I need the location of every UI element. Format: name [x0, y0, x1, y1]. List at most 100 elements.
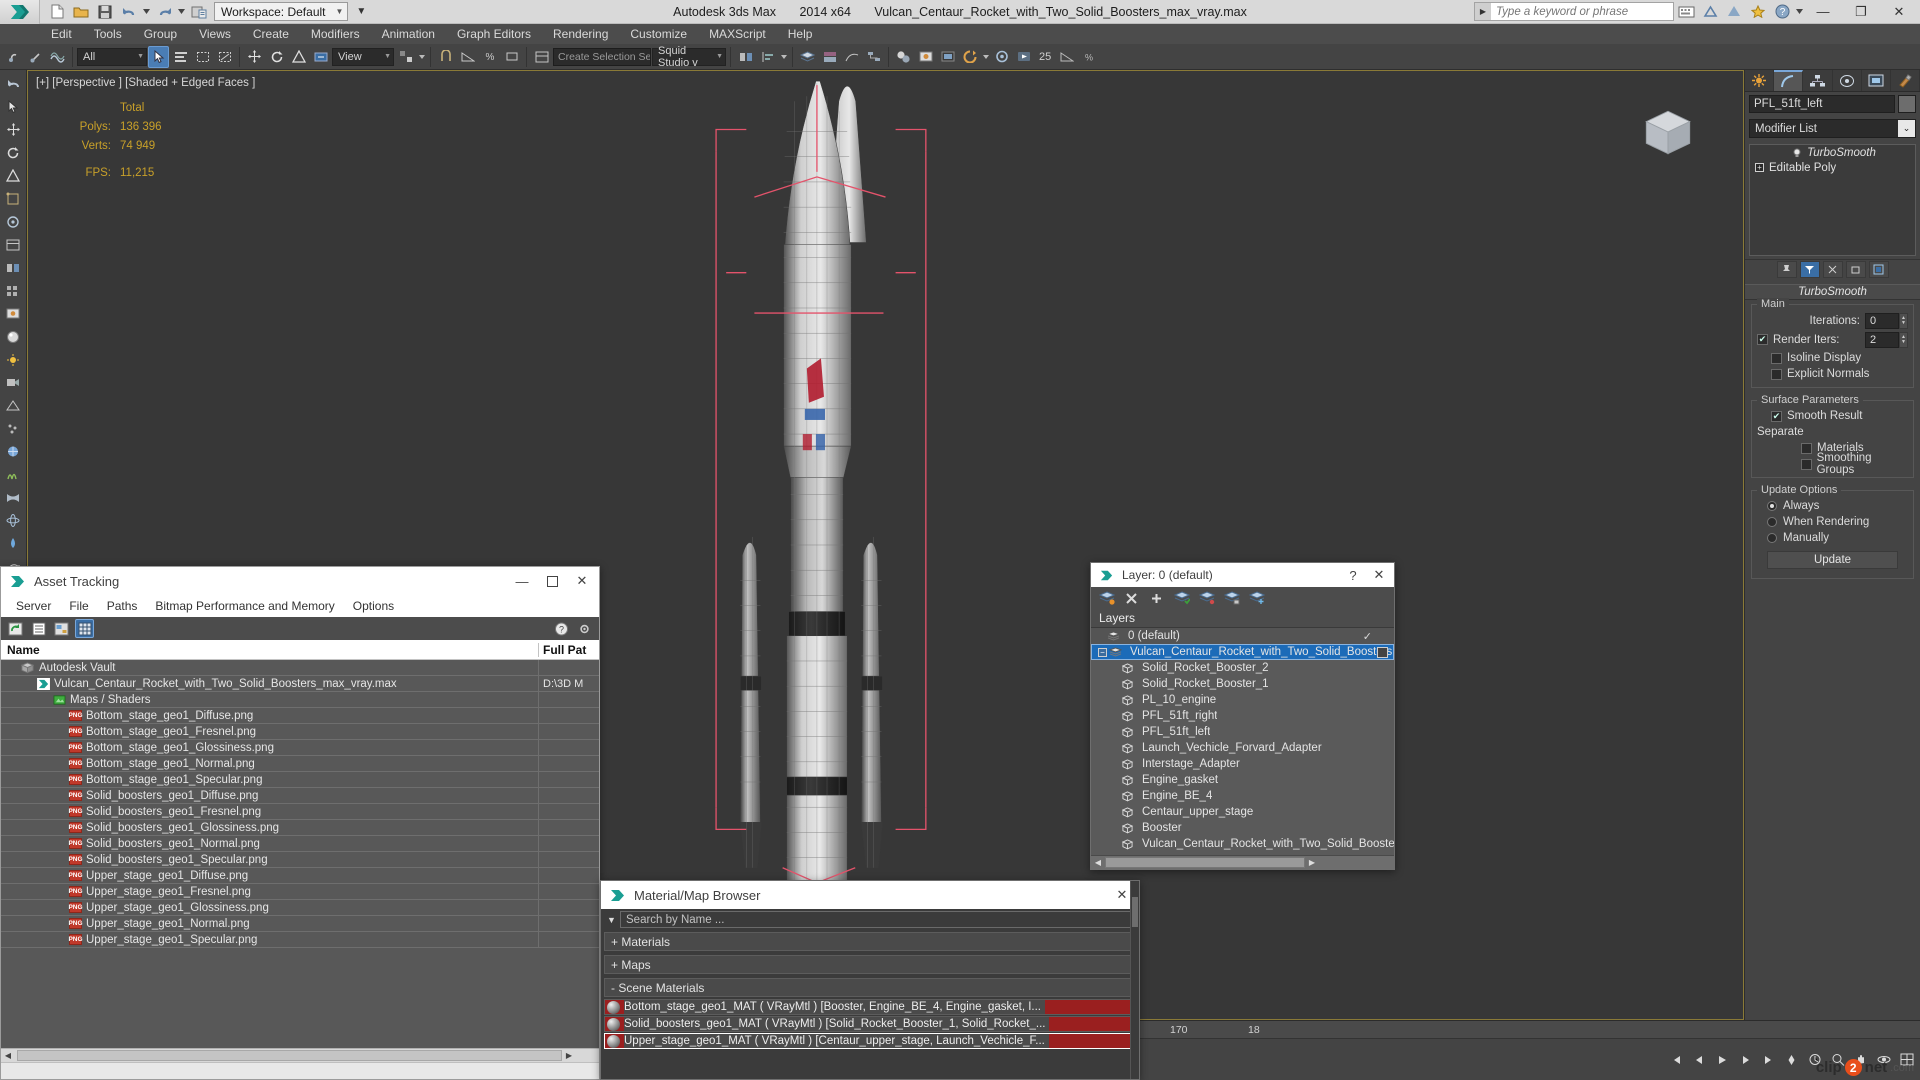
menu-item-server[interactable]: Server	[7, 596, 60, 616]
layer-explorer-titlebar[interactable]: Layer: 0 (default) ? ✕	[1091, 563, 1394, 587]
window-crossing-toggle-icon[interactable]	[214, 46, 235, 68]
asset-tracking-titlebar[interactable]: Asset Tracking — ✕	[1, 567, 599, 595]
material-list-item[interactable]: Bottom_stage_geo1_MAT ( VRayMtl ) [Boost…	[604, 999, 1136, 1015]
render-setup-icon[interactable]	[915, 46, 936, 68]
material-list-item[interactable]: Upper_stage_geo1_MAT ( VRayMtl ) [Centau…	[604, 1033, 1136, 1049]
smooth-result-row[interactable]: ✔ Smooth Result	[1757, 408, 1908, 424]
layer-explorer-close[interactable]: ✕	[1366, 564, 1392, 586]
max-logo-button[interactable]	[0, 0, 40, 24]
grid-view-icon[interactable]	[75, 619, 94, 638]
asset-row[interactable]: PNG Upper_stage_geo1_Normal.png	[1, 916, 599, 932]
group-scene-materials[interactable]: - Scene Materials	[604, 978, 1136, 997]
undo-icon[interactable]	[118, 2, 140, 22]
scene-materials-list[interactable]: Bottom_stage_geo1_MAT ( VRayMtl ) [Boost…	[604, 999, 1136, 1050]
fluid-icon[interactable]	[3, 533, 24, 554]
select-and-rotate-icon[interactable]	[266, 46, 287, 68]
close-window-button[interactable]: ✕	[1880, 0, 1918, 23]
menu-item-animation[interactable]: Animation	[371, 24, 446, 44]
select-child-nodes-icon[interactable]	[1172, 589, 1191, 608]
search-input[interactable]	[1491, 5, 1673, 18]
layer-row[interactable]: Solid_Rocket_Booster_1	[1091, 676, 1394, 692]
layer-row[interactable]: PL_10_engine	[1091, 692, 1394, 708]
open-file-icon[interactable]	[70, 2, 92, 22]
refresh-icon[interactable]	[6, 619, 25, 638]
layer-row[interactable]: − Vulcan_Centaur_Rocket_with_Two_Solid_Bo…	[1091, 644, 1394, 660]
add-selection-to-layer-icon[interactable]	[1147, 589, 1166, 608]
material-map-browser-window[interactable]: Material/Map Browser ✕ ▼ Search by Name …	[600, 880, 1140, 1080]
selection-filter-combo[interactable]: All ▼	[77, 47, 147, 66]
hair-fur-icon[interactable]	[3, 464, 24, 485]
menu-item-create[interactable]: Create	[242, 24, 300, 44]
object-color-swatch[interactable]	[1898, 95, 1916, 113]
exchange-app-icon[interactable]	[1722, 1, 1746, 23]
layer-row[interactable]: Vulcan_Centaur_Rocket_with_Two_Solid_Boo…	[1091, 836, 1394, 852]
scrollbar-thumb[interactable]	[17, 1050, 562, 1061]
percent-snap-icon[interactable]: %	[479, 46, 500, 68]
asset-row[interactable]: PNG Bottom_stage_geo1_Normal.png	[1, 756, 599, 772]
scroll-left-arrow-icon[interactable]: ◀	[1091, 856, 1105, 869]
move-tool-icon[interactable]	[3, 119, 24, 140]
delete-layer-icon[interactable]	[1122, 589, 1141, 608]
help-icon[interactable]: ?	[1770, 1, 1794, 23]
update-button[interactable]: Update	[1767, 551, 1898, 569]
asset-row[interactable]: PNG Solid_boosters_geo1_Specular.png	[1, 852, 599, 868]
menu-item-customize[interactable]: Customize	[619, 24, 698, 44]
asset-row[interactable]: PNG Bottom_stage_geo1_Fresnel.png	[1, 724, 599, 740]
smooth-result-checkbox[interactable]: ✔	[1771, 410, 1782, 422]
manually-radio-row[interactable]: Manually	[1757, 530, 1908, 546]
material-editor-icon[interactable]	[893, 46, 914, 68]
iterations-spinner[interactable]: 0 ▲ ▼	[1865, 312, 1908, 329]
collapse-minus-icon[interactable]: −	[1098, 647, 1107, 657]
layer-row[interactable]: Engine_gasket	[1091, 772, 1394, 788]
asset-row[interactable]: PNG Solid_boosters_geo1_Fresnel.png	[1, 804, 599, 820]
tab-modify[interactable]	[1774, 70, 1804, 91]
select-link-icon[interactable]	[3, 46, 24, 68]
align-dropdown-icon[interactable]	[779, 46, 788, 68]
scrollbar-thumb[interactable]	[1105, 857, 1305, 868]
menu-item-bitmap-performance[interactable]: Bitmap Performance and Memory	[146, 596, 343, 616]
snap-toggle-icon[interactable]	[435, 46, 456, 68]
material-list-item[interactable]: Solid_boosters_geo1_MAT ( VRayMtl ) [Sol…	[604, 1016, 1136, 1032]
goto-start-icon[interactable]	[1667, 1050, 1686, 1069]
layer-row[interactable]: Interstage_Adapter	[1091, 756, 1394, 772]
light-bulb-icon[interactable]	[1791, 147, 1803, 159]
render-iters-value[interactable]: 2	[1865, 331, 1899, 348]
save-file-icon[interactable]	[94, 2, 116, 22]
scroll-left-arrow-icon[interactable]: ◀	[1, 1049, 15, 1062]
render-dropdown-icon[interactable]	[981, 46, 990, 68]
named-selection-set-field[interactable]: Create Selection Se	[553, 47, 651, 66]
angle-snap-degrees-icon[interactable]	[1056, 46, 1077, 68]
menu-item-views[interactable]: Views	[188, 24, 242, 44]
menu-item-graph-editors[interactable]: Graph Editors	[446, 24, 542, 44]
layer-row[interactable]: Solid_Rocket_Booster_2	[1091, 660, 1394, 676]
layer-explorer-help[interactable]: ?	[1340, 564, 1366, 586]
asset-tracking-minimize[interactable]: —	[507, 568, 537, 594]
helper-icon[interactable]	[3, 395, 24, 416]
maximize-window-button[interactable]: ❐	[1842, 0, 1880, 23]
favorites-star-icon[interactable]	[1746, 1, 1770, 23]
layers-list[interactable]: 0 (default) ✓ − Vulcan_Centaur_Rocket_with_…	[1091, 628, 1394, 855]
project-folder-icon[interactable]	[188, 2, 210, 22]
asset-row[interactable]: PNG Solid_boosters_geo1_Diffuse.png	[1, 788, 599, 804]
group-maps[interactable]: + Maps	[604, 955, 1136, 974]
particles-icon[interactable]	[3, 418, 24, 439]
render-iters-checkbox[interactable]: ✔	[1757, 334, 1768, 345]
always-radio[interactable]	[1767, 501, 1777, 511]
menu-item-options[interactable]: Options	[344, 596, 403, 616]
select-and-scale-icon[interactable]	[288, 46, 309, 68]
when-rendering-radio-row[interactable]: When Rendering	[1757, 514, 1908, 530]
layer-row[interactable]: 0 (default) ✓	[1091, 628, 1394, 644]
group-materials[interactable]: + Materials	[604, 932, 1136, 951]
select-object-icon[interactable]	[148, 45, 169, 68]
render-quick-icon[interactable]	[3, 303, 24, 324]
environment-icon[interactable]	[3, 441, 24, 462]
schematic-view-icon[interactable]	[863, 46, 884, 68]
layer-hide-toggle[interactable]	[1377, 646, 1388, 658]
iterations-value[interactable]: 0	[1865, 312, 1899, 329]
modifier-stack[interactable]: TurboSmooth + Editable Poly	[1749, 144, 1916, 256]
manually-radio[interactable]	[1767, 533, 1777, 543]
layer-row[interactable]: PFL_51ft_right	[1091, 708, 1394, 724]
search-dropdown-icon[interactable]: ▶	[1475, 3, 1491, 20]
asset-tracking-window[interactable]: Asset Tracking — ✕ Server File Paths Bit…	[0, 566, 600, 1080]
named-sel-icon[interactable]	[3, 234, 24, 255]
